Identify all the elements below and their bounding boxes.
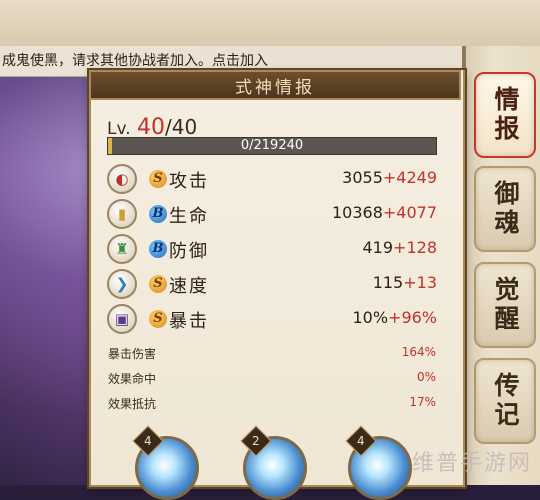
- sub-stat-value: 164%: [401, 345, 436, 359]
- panel-title: 式神情报: [235, 77, 315, 98]
- skill-level: 4: [357, 433, 365, 448]
- sub-stat-name: 效果命中: [108, 372, 157, 386]
- boot-icon: ❯: [107, 269, 137, 299]
- stat-name: 生命: [169, 206, 209, 227]
- stat-name: 防御: [169, 241, 209, 262]
- grade-badge: S: [149, 170, 167, 188]
- stat-row-attack: ◐ S 攻击 3055+4249: [105, 163, 440, 196]
- stat-row-crit: ▣ S 暴击 10%+96%: [105, 303, 440, 336]
- stat-base: 419: [362, 238, 394, 257]
- talisman-icon: ▣: [107, 304, 137, 334]
- tab-info[interactable]: 情报: [474, 72, 536, 158]
- sub-stat-name: 暴击伤害: [108, 347, 157, 361]
- sub-stat-crit-damage: 暴击伤害 164%: [108, 345, 436, 365]
- grade-badge: S: [149, 275, 167, 293]
- top-banner: [0, 0, 540, 46]
- skill-level: 2: [252, 433, 260, 448]
- stat-base: 3055: [342, 168, 383, 187]
- stat-bonus: +96%: [388, 308, 437, 327]
- grade-badge: S: [149, 310, 167, 328]
- tab-biography[interactable]: 传记: [474, 358, 536, 444]
- stat-row-hp: ▮ B 生命 10368+4077: [105, 198, 440, 231]
- site-watermark: 维普手游网: [411, 451, 532, 476]
- level-max: 40: [171, 115, 198, 139]
- level-separator: /: [164, 115, 172, 139]
- skill-row: 4 2 4: [95, 425, 455, 500]
- stat-row-defense: ♜ B 防御 419+128: [105, 233, 440, 266]
- stat-row-speed: ❯ S 速度 115+13: [105, 268, 440, 301]
- stat-base: 10%: [352, 308, 389, 327]
- scroll-icon: ▮: [107, 199, 137, 229]
- grade-badge: B: [149, 240, 167, 258]
- tab-awaken[interactable]: 觉醒: [474, 262, 536, 348]
- grade-badge: B: [149, 205, 167, 223]
- skill-level: 4: [144, 433, 152, 448]
- tab-soul[interactable]: 御魂: [474, 166, 536, 252]
- stat-value: 10368+4077: [332, 203, 437, 222]
- sub-stat-value: 17%: [409, 395, 436, 409]
- sub-stat-effect-resist: 效果抵抗 17%: [108, 395, 436, 415]
- armor-icon: ♜: [107, 234, 137, 264]
- stat-bonus: +13: [403, 273, 437, 292]
- stat-value: 115+13: [373, 273, 437, 292]
- fan-icon: ◐: [107, 164, 137, 194]
- stat-value: 10%+96%: [352, 308, 437, 327]
- stat-bonus: +4249: [382, 168, 437, 187]
- stat-base: 115: [372, 273, 404, 292]
- stat-value: 3055+4249: [342, 168, 437, 187]
- stat-name: 速度: [169, 276, 209, 297]
- panel-header: 式神情报: [89, 70, 461, 100]
- stat-base: 10368: [331, 203, 383, 222]
- sub-stat-name: 效果抵抗: [108, 397, 157, 411]
- stat-value: 419+128: [363, 238, 438, 257]
- stat-bonus: +4077: [382, 203, 437, 222]
- exp-bar: 0/219240: [107, 137, 437, 155]
- stat-name: 暴击: [169, 311, 209, 332]
- level-label: Lv.: [107, 119, 131, 139]
- stat-bonus: +128: [393, 238, 437, 257]
- sub-stat-value: 0%: [416, 370, 436, 384]
- stat-name: 攻击: [169, 171, 209, 192]
- exp-text: 0/219240: [240, 138, 304, 153]
- sub-stat-effect-hit: 效果命中 0%: [108, 370, 436, 390]
